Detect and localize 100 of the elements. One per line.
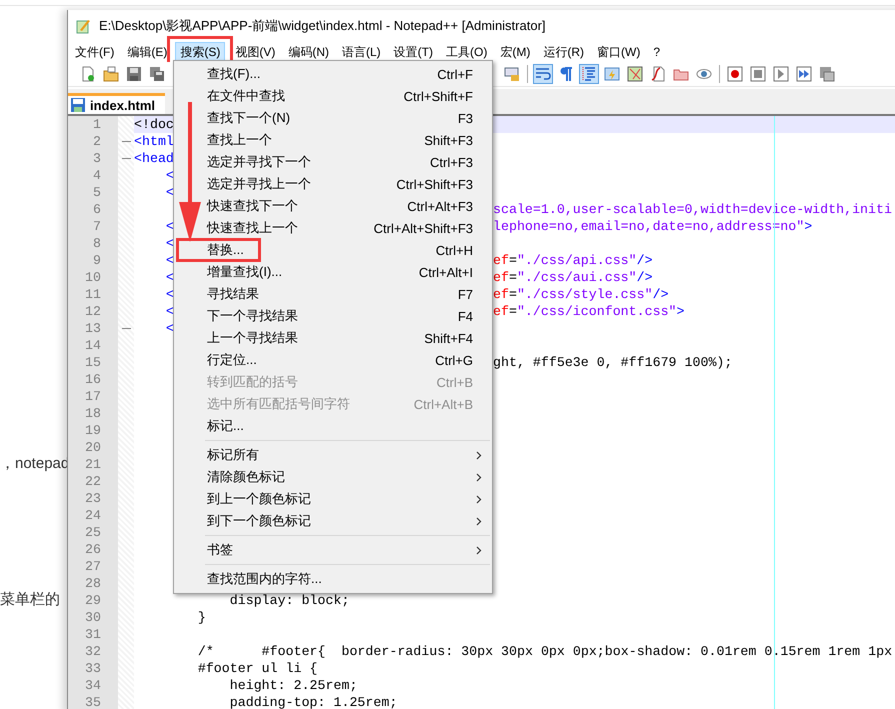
- chevron-right-icon: [476, 494, 482, 504]
- line-number: 14: [68, 337, 118, 354]
- code-text: <!doc: [134, 116, 174, 133]
- menu-item[interactable]: 设置(T): [388, 42, 438, 62]
- line-number: 5: [68, 184, 118, 201]
- code-text: =: [508, 269, 517, 286]
- code-text: />: [636, 269, 653, 286]
- line-number: 8: [68, 235, 118, 252]
- code-text: scale=1.0,user-scalable=0,width=device-width,initi: [493, 201, 892, 218]
- code-text: <: [164, 235, 174, 252]
- menu-entry[interactable]: 选定并寻找下一个 Ctrl+F3: [174, 151, 492, 173]
- menu-entry[interactable]: 到下一个颜色标记: [174, 510, 492, 532]
- line-number: 19: [68, 422, 118, 439]
- line-number: 28: [68, 575, 118, 592]
- menu-item[interactable]: 编辑(E): [122, 42, 172, 62]
- code-text: lephone=no,email=no,date=no,address=no": [493, 218, 804, 235]
- new-file-icon: [80, 66, 96, 82]
- word-wrap-icon: [535, 66, 551, 82]
- menu-item[interactable]: 编码(N): [283, 42, 334, 62]
- menu-entry[interactable]: 查找范围内的字符...: [174, 568, 492, 590]
- chevron-right-icon: [476, 546, 482, 554]
- menu-entry[interactable]: 下一个寻找结果 F4: [174, 305, 492, 327]
- code-text: "./css/aui.css": [516, 269, 637, 286]
- menu-entry[interactable]: 寻找结果 F7: [174, 283, 492, 305]
- indent-guide-icon: [581, 66, 597, 82]
- chevron-right-icon: [476, 516, 482, 526]
- menu-entry[interactable]: 标记所有: [174, 444, 492, 466]
- menu-entry[interactable]: 查找上一个 Shift+F3: [174, 129, 492, 151]
- menu-entry[interactable]: 替换... Ctrl+H: [174, 239, 492, 261]
- line-number: 12: [68, 303, 118, 320]
- menu-entry[interactable]: 查找下一个(N) F3: [174, 107, 492, 129]
- code-text: #footer ul li {: [196, 660, 318, 677]
- code-text: <: [164, 184, 174, 201]
- line-number: 33: [68, 660, 118, 677]
- code-text: height: 2.25rem;: [228, 677, 358, 694]
- code-text: >: [804, 218, 812, 235]
- menu-item[interactable]: 运行(R): [538, 42, 589, 62]
- line-number: 6: [68, 201, 118, 218]
- line-number: 7: [68, 218, 118, 235]
- menu-item[interactable]: 工具(O): [441, 42, 492, 62]
- line-number: 23: [68, 490, 118, 507]
- indent-guide-button[interactable]: [579, 64, 599, 84]
- line-number: 1: [68, 116, 118, 133]
- menu-entry[interactable]: 增量查找(I)... Ctrl+Alt+I: [174, 261, 492, 283]
- function-document-icon: [650, 66, 666, 82]
- menu-entry[interactable]: 快速查找下一个 Ctrl+Alt+F3: [174, 195, 492, 217]
- save-button[interactable]: [124, 64, 144, 84]
- notepad-icon: [75, 18, 91, 34]
- record-button[interactable]: [725, 64, 745, 84]
- code-text: }: [196, 609, 206, 626]
- code-text: >: [676, 303, 685, 320]
- save-all-button[interactable]: [147, 64, 167, 84]
- menu-entry[interactable]: 书签: [174, 539, 492, 561]
- fast-forward-button[interactable]: [794, 64, 814, 84]
- code-text: "./css/api.css": [516, 252, 637, 269]
- menu-item[interactable]: 视图(V): [230, 42, 280, 62]
- word-wrap-button[interactable]: [533, 64, 553, 84]
- code-text: />: [652, 286, 669, 303]
- stop-button[interactable]: [748, 64, 768, 84]
- menu-entry[interactable]: 上一个寻找结果 Shift+F4: [174, 327, 492, 349]
- menu-item[interactable]: 语言(L): [337, 42, 386, 62]
- fold-marker[interactable]: [122, 158, 130, 159]
- save-all-icon: [149, 66, 165, 82]
- menu-entry[interactable]: 快速查找上一个 Ctrl+Alt+Shift+F3: [174, 217, 492, 239]
- line-number: 2: [68, 133, 118, 150]
- code-text: <: [164, 320, 174, 337]
- code-text: <: [164, 303, 174, 320]
- menu-entry[interactable]: 行定位... Ctrl+G: [174, 349, 492, 371]
- menu-entry[interactable]: 查找(F)... Ctrl+F: [174, 63, 492, 85]
- code-text: =: [508, 286, 517, 303]
- line-number: 10: [68, 269, 118, 286]
- menu-entry[interactable]: 到上一个颜色标记: [174, 488, 492, 510]
- line-number: 3: [68, 150, 118, 167]
- code-text: =: [508, 252, 517, 269]
- chevron-right-icon: [476, 472, 482, 482]
- fold-marker[interactable]: [122, 328, 130, 329]
- menu-item[interactable]: 窗口(W): [592, 42, 646, 62]
- menu-item[interactable]: ?: [648, 43, 666, 61]
- line-number: 16: [68, 371, 118, 388]
- menu-item[interactable]: 宏(M): [495, 42, 536, 62]
- file-tab[interactable]: index.html: [68, 93, 166, 114]
- code-text: <head: [134, 150, 174, 167]
- fast-forward-icon: [796, 66, 812, 82]
- line-number: 32: [68, 643, 118, 660]
- line-number: 9: [68, 252, 118, 269]
- menu-entry[interactable]: 清除颜色标记: [174, 466, 492, 488]
- lightning-window-icon: [604, 66, 620, 82]
- menu-entry[interactable]: 标记...: [174, 415, 492, 437]
- code-text: ef: [493, 303, 509, 320]
- code-text: <: [164, 252, 174, 269]
- play-icon: [773, 66, 789, 82]
- stop-icon: [750, 66, 766, 82]
- floppy-icon: [70, 97, 86, 113]
- line-number: 11: [68, 286, 118, 303]
- menu-entry[interactable]: 在文件中查找 Ctrl+Shift+F: [174, 85, 492, 107]
- play-button[interactable]: [771, 64, 791, 84]
- fold-marker[interactable]: [122, 141, 130, 142]
- menu-entry[interactable]: 选定并寻找上一个 Ctrl+Shift+F3: [174, 173, 492, 195]
- menu-item[interactable]: 文件(F): [70, 42, 120, 62]
- line-number: 25: [68, 524, 118, 541]
